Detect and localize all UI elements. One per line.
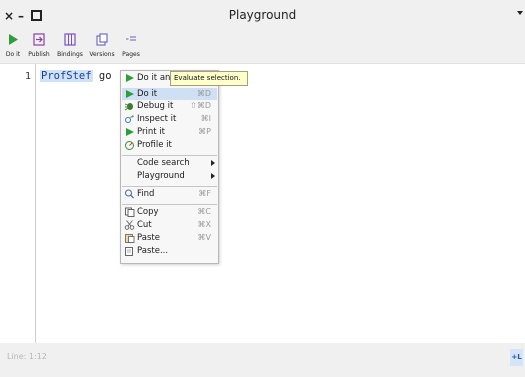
menu-item-shortcut: ⌘X — [197, 220, 211, 229]
menu-item-code-search[interactable]: Code search — [122, 157, 217, 169]
menu-separator — [122, 186, 217, 187]
inspect-icon — [125, 115, 134, 123]
code-editor[interactable]: 1 ProfStef go — [0, 64, 525, 343]
line-gutter: 1 — [0, 64, 36, 343]
menu-separator — [122, 204, 217, 205]
menu-item-shortcut: ⌘I — [200, 114, 211, 123]
versions-label: Versions — [89, 51, 115, 58]
menu-item-label: Cut — [137, 220, 152, 230]
menu-item-label: Playground — [137, 171, 185, 181]
tooltip: Evaluate selection. — [170, 71, 248, 86]
menu-item-playground[interactable]: Playground — [122, 170, 217, 182]
play-icon — [9, 34, 18, 45]
publish-icon — [33, 33, 45, 46]
menu-item-debug-it[interactable]: Debug it ⇧⌘D — [122, 100, 217, 112]
menu-item-paste[interactable]: Paste ⌘V — [122, 232, 217, 244]
submenu-arrow-icon — [211, 173, 215, 179]
bindings-label: Bindings — [57, 51, 83, 58]
menu-item-profile-it[interactable]: Profile it — [122, 139, 217, 151]
publish-button[interactable]: Publish — [25, 32, 53, 58]
versions-button[interactable]: Versions — [87, 32, 117, 58]
line-number: 1 — [24, 71, 31, 82]
menu-separator — [122, 155, 217, 156]
menu-item-find[interactable]: Find ⌘F — [122, 188, 217, 200]
bug-icon — [124, 103, 133, 111]
pages-button[interactable]: Pages — [119, 32, 143, 58]
menu-item-label: Find — [137, 189, 155, 199]
play-icon — [126, 90, 134, 98]
play-icon — [126, 74, 134, 82]
menu-item-label: Copy — [137, 207, 159, 217]
menu-item-cut[interactable]: Cut ⌘X — [122, 219, 217, 231]
menu-item-shortcut: ⌘P — [198, 127, 211, 136]
code-line[interactable]: ProfStef go — [40, 70, 112, 82]
menu-item-shortcut: ⌘F — [198, 189, 211, 198]
cursor-position: Line: 1:12 — [7, 352, 47, 361]
bindings-icon — [64, 33, 76, 46]
menu-item-label: Paste — [137, 233, 160, 243]
code-text[interactable]: go — [93, 70, 112, 82]
pages-label: Pages — [122, 51, 140, 58]
menu-item-label: Paste... — [137, 246, 169, 256]
versions-icon — [96, 33, 108, 46]
paste-icon — [125, 247, 133, 256]
menu-item-label: Code search — [137, 158, 190, 168]
context-menu: Do it and go Do it ⌘D Debug it ⇧⌘D Inspe… — [120, 70, 219, 264]
menu-item-label: Do it — [137, 89, 158, 99]
copy-icon — [125, 207, 135, 217]
bindings-button[interactable]: Bindings — [55, 32, 85, 58]
menu-item-label: Print it — [137, 127, 165, 137]
menu-item-paste-more[interactable]: Paste... — [122, 245, 217, 257]
menu-item-shortcut: ⇧⌘D — [190, 101, 211, 110]
menu-item-shortcut: ⌘C — [197, 207, 211, 216]
cut-icon — [124, 220, 135, 230]
menu-item-label: Debug it — [137, 101, 174, 111]
selected-text[interactable]: ProfStef — [40, 70, 93, 82]
menu-item-do-it[interactable]: Do it ⌘D — [122, 88, 217, 100]
title-bar: × – Playground — [0, 0, 525, 30]
menu-item-label: Inspect it — [137, 114, 177, 124]
search-icon — [124, 189, 134, 199]
publish-label: Publish — [28, 51, 50, 58]
menu-item-shortcut: ⌘V — [197, 233, 211, 242]
toolbar: Do it Publish Bindings Versions Pages — [0, 30, 525, 64]
window-title: Playground — [228, 8, 297, 22]
menu-item-inspect-it[interactable]: Inspect it ⌘I — [122, 113, 217, 125]
status-bar: Line: 1:12 +L — [0, 343, 525, 377]
do-it-button[interactable]: Do it — [2, 32, 24, 58]
menu-item-copy[interactable]: Copy ⌘C — [122, 206, 217, 218]
paste-icon — [125, 234, 135, 243]
menu-item-shortcut: ⌘D — [196, 89, 211, 98]
play-icon — [126, 128, 134, 136]
submenu-arrow-icon — [211, 160, 215, 166]
line-numbers-toggle-button[interactable]: +L — [510, 349, 523, 366]
window-menu-icon[interactable] — [517, 11, 523, 15]
menu-item-label: Profile it — [137, 140, 172, 150]
menu-item-print-it[interactable]: Print it ⌘P — [122, 126, 217, 138]
do-it-label: Do it — [5, 51, 21, 58]
pages-icon — [126, 36, 136, 41]
profile-icon — [125, 141, 134, 150]
